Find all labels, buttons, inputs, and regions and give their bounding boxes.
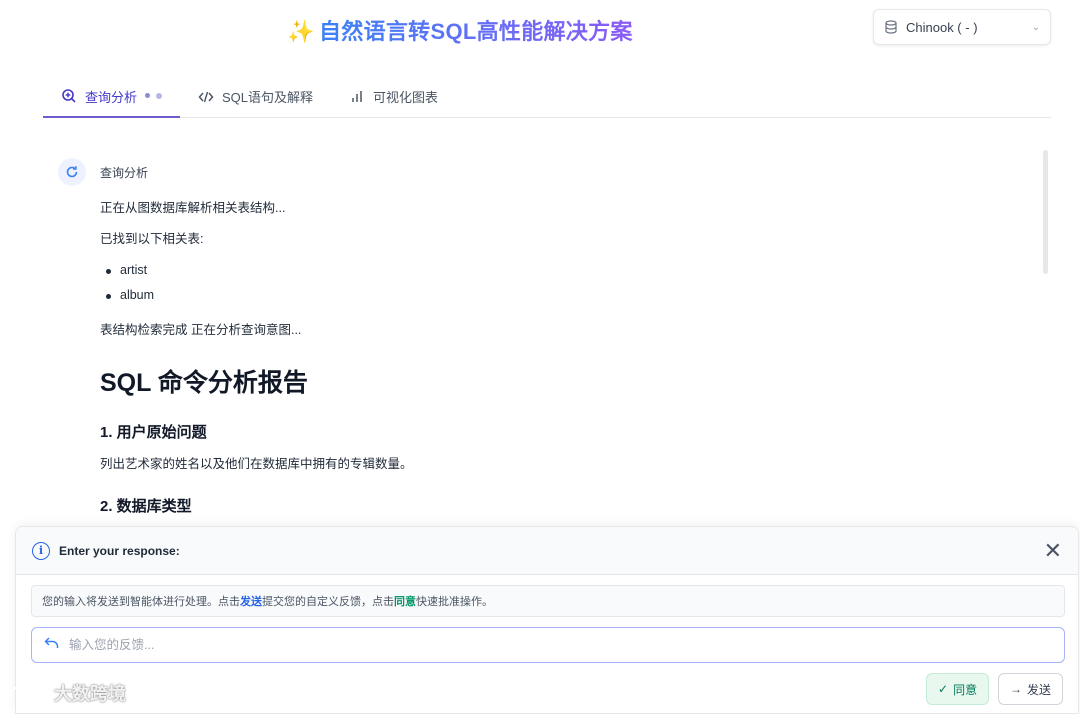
watermark-logo-icon	[8, 681, 48, 705]
list-item: album	[100, 283, 1028, 308]
list-item: artist	[100, 258, 1028, 283]
agree-button[interactable]: ✓ 同意	[926, 673, 990, 705]
section-text: 列出艺术家的姓名以及他们在数据库中拥有的专辑数量。	[100, 457, 413, 471]
zoom-plus-icon	[61, 88, 77, 104]
analysis-content: 查询分析 正在从图数据库解析相关表结构... 已找到以下相关表: artist …	[58, 158, 1028, 516]
scrollbar[interactable]	[1043, 150, 1048, 274]
send-button-label: 发送	[1027, 682, 1052, 697]
tab-label: SQL语句及解释	[222, 90, 314, 105]
report-title: SQL 命令分析报告	[100, 369, 308, 397]
database-select[interactable]: Chinook ( - ) ⌄	[873, 9, 1051, 45]
feedback-input[interactable]	[69, 638, 1027, 652]
status-line: 正在从图数据库解析相关表结构...	[100, 201, 286, 215]
close-button[interactable]: ✕	[1044, 539, 1062, 562]
step-body: 正在从图数据库解析相关表结构... 已找到以下相关表: artist album…	[100, 200, 1028, 516]
table-list: artist album	[100, 258, 1028, 308]
tab-bar: 查询分析 SQL语句及解释 可视化图表	[43, 76, 1051, 118]
reply-icon	[44, 636, 59, 654]
tab-query-analysis[interactable]: 查询分析	[43, 76, 181, 118]
step-header: 查询分析	[58, 158, 1028, 186]
tab-label: 查询分析	[85, 89, 138, 105]
sparkle-icon: ✨	[287, 19, 315, 44]
notice-text: 快速批准操作。	[416, 596, 493, 608]
dialog-title: Enter your response:	[59, 543, 180, 558]
database-select-value: Chinook ( - )	[906, 19, 978, 35]
code-icon	[198, 89, 214, 105]
loading-dots-icon	[145, 93, 163, 99]
notice-keyword-send: 发送	[240, 596, 262, 608]
info-icon: i	[32, 541, 50, 560]
watermark: 大数跨境	[8, 680, 126, 706]
section-heading: 1. 用户原始问题	[100, 424, 207, 441]
app-title: ✨ 自然语言转SQL高性能解决方案	[0, 14, 920, 46]
chevron-down-icon: ⌄	[1031, 21, 1040, 33]
check-icon: ✓	[938, 682, 949, 696]
send-button[interactable]: → 发送	[998, 673, 1064, 705]
tab-sql-explanation[interactable]: SQL语句及解释	[180, 76, 331, 117]
response-dialog: i Enter your response: ✕ 您的输入将发送到智能体进行处理…	[15, 526, 1079, 714]
status-line: 已找到以下相关表:	[100, 232, 204, 246]
notice-keyword-agree: 同意	[394, 596, 416, 608]
section-heading: 2. 数据库类型	[100, 498, 192, 515]
step-title: 查询分析	[100, 165, 149, 180]
bar-chart-icon	[349, 89, 365, 105]
tab-label: 可视化图表	[373, 90, 439, 105]
status-line: 表结构检索完成 正在分析查询意图...	[100, 323, 302, 337]
feedback-field[interactable]	[31, 627, 1065, 663]
refresh-icon	[58, 158, 86, 186]
dialog-notice: 您的输入将发送到智能体进行处理。点击 发送 提交您的自定义反馈，点击 同意 快速批准操作…	[31, 585, 1065, 617]
notice-text: 您的输入将发送到智能体进行处理。点击	[42, 596, 240, 608]
app-title-text: 自然语言转SQL高性能解决方案	[318, 19, 633, 44]
database-icon	[884, 20, 898, 34]
dialog-header: i Enter your response: ✕	[16, 527, 1078, 575]
arrow-right-icon: →	[1010, 682, 1022, 696]
agree-button-label: 同意	[953, 682, 978, 697]
notice-text: 提交您的自定义反馈，点击	[262, 596, 394, 608]
watermark-text: 大数跨境	[54, 684, 126, 704]
tab-visualization[interactable]: 可视化图表	[331, 76, 456, 117]
